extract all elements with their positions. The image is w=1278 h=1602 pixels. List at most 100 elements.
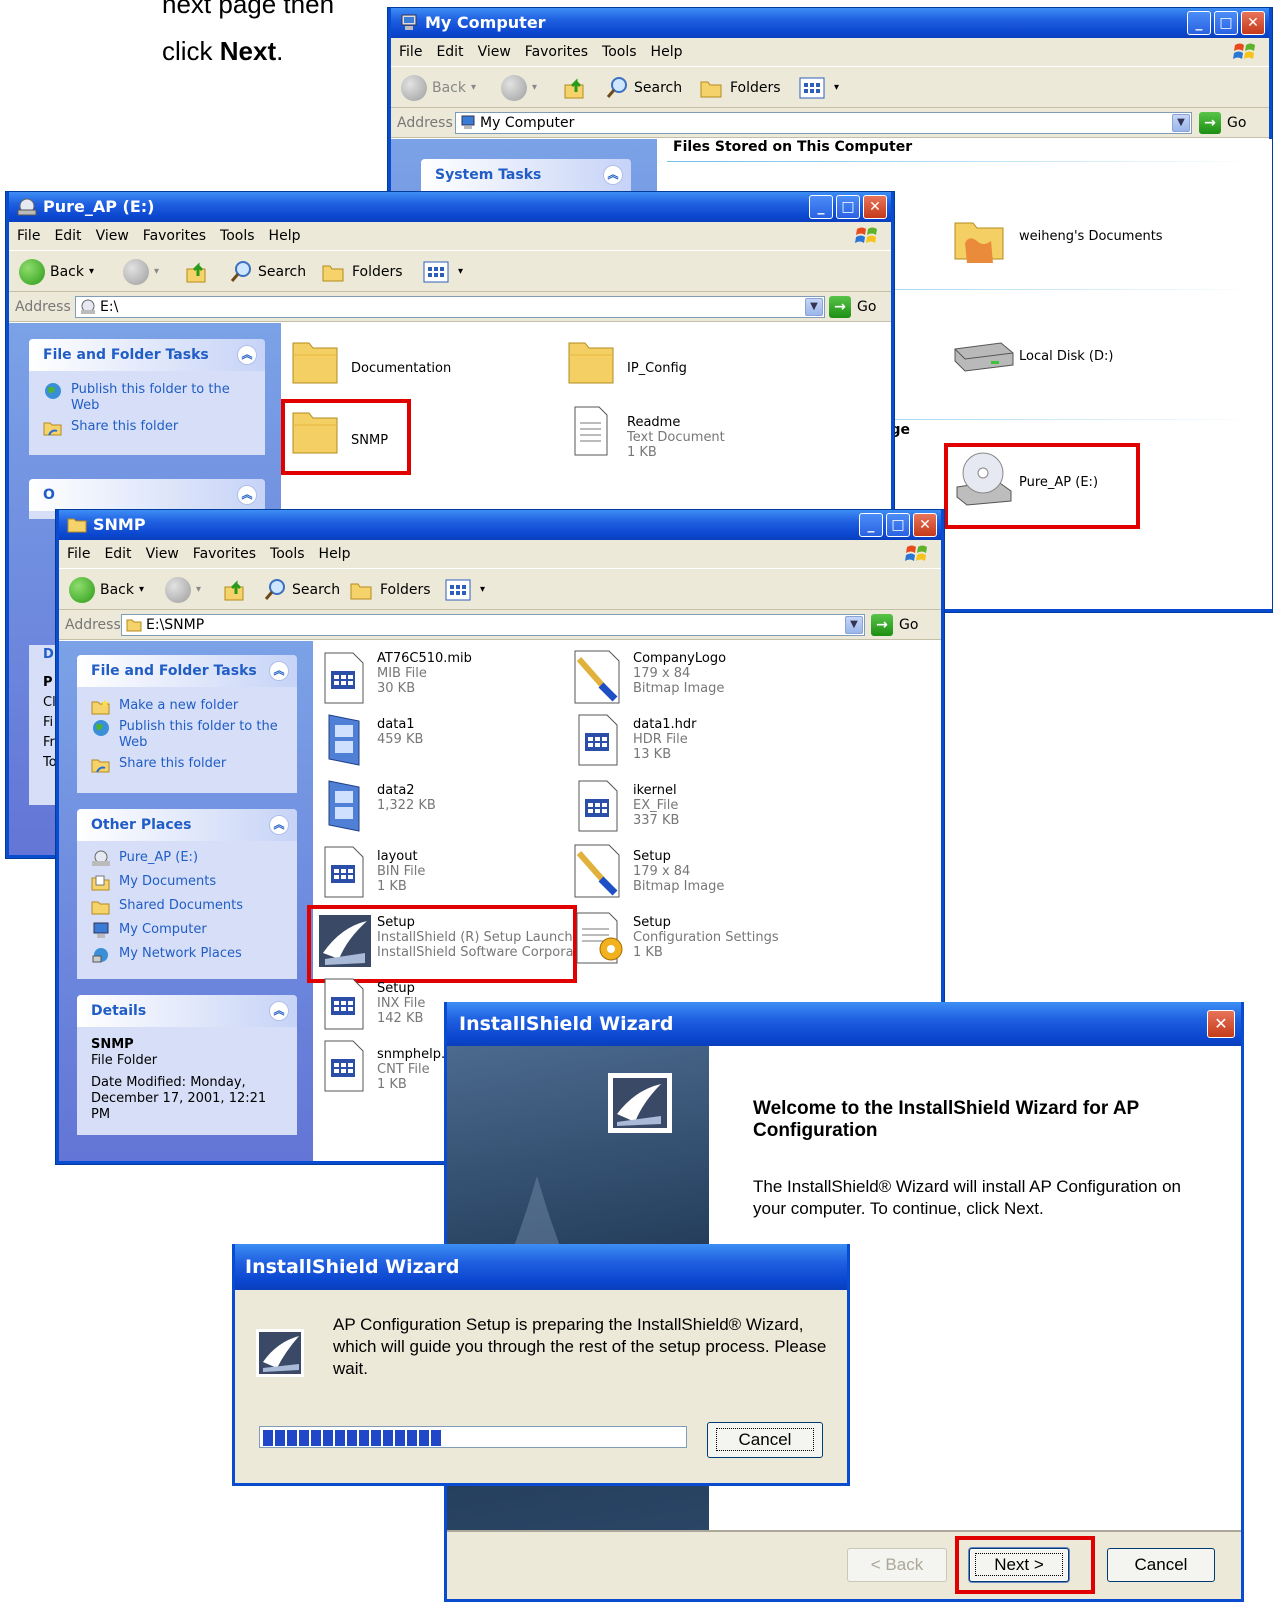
place-my-network[interactable]: My Network Places	[91, 946, 287, 963]
place-my-documents[interactable]: My Documents	[91, 874, 287, 891]
address-field[interactable]: E:\SNMP ▼	[121, 614, 865, 636]
file-item[interactable]: Setup 179 x 84 Bitmap Image	[633, 849, 724, 894]
preparing-titlebar[interactable]: InstallShield Wizard	[235, 1244, 847, 1290]
forward-button[interactable]: ▾	[165, 577, 201, 603]
views-button[interactable]: ▾	[799, 75, 839, 101]
menu-tools[interactable]: Tools	[602, 44, 637, 60]
folders-button[interactable]: Folders	[699, 75, 781, 101]
collapse-icon[interactable]: ︽	[269, 661, 289, 681]
place-pure-ap[interactable]: Pure_AP (E:)	[91, 850, 287, 866]
address-field[interactable]: My Computer ▼	[455, 112, 1192, 134]
go-button[interactable]: → Go	[829, 296, 876, 318]
menu-view[interactable]: View	[478, 44, 511, 60]
maximize-button[interactable]: □	[1214, 11, 1238, 35]
back-button[interactable]: < Back	[847, 1548, 947, 1582]
menu-help[interactable]: Help	[319, 546, 351, 562]
back-button[interactable]: Back ▾	[69, 577, 144, 603]
menu-file[interactable]: File	[67, 546, 90, 562]
cabinet-file-icon[interactable]	[323, 777, 367, 835]
cancel-button[interactable]: Cancel	[707, 1422, 823, 1458]
up-folder-button[interactable]	[185, 259, 209, 285]
place-my-computer[interactable]: My Computer	[91, 922, 287, 938]
folder-icon[interactable]	[291, 337, 339, 387]
address-dropdown-icon[interactable]: ▼	[1172, 114, 1190, 132]
minimize-button[interactable]: _	[1187, 11, 1211, 35]
cancel-button[interactable]: Cancel	[1107, 1548, 1215, 1582]
file-item[interactable]: CompanyLogo 179 x 84 Bitmap Image	[633, 651, 726, 696]
close-button[interactable]: ✕	[1241, 11, 1265, 35]
file-item[interactable]: snmphelp. CNT File 1 KB	[377, 1047, 445, 1092]
mib-file-icon[interactable]	[321, 649, 367, 707]
local-disk-icon[interactable]	[951, 335, 1015, 375]
menu-tools[interactable]: Tools	[270, 546, 305, 562]
menu-tools[interactable]: Tools	[220, 228, 255, 244]
local-disk-label[interactable]: Local Disk (D:)	[1019, 349, 1113, 364]
menu-file[interactable]: File	[399, 44, 422, 60]
bin-file-icon[interactable]	[321, 843, 367, 901]
go-button[interactable]: → Go	[1199, 112, 1246, 134]
close-button[interactable]: ✕	[913, 513, 937, 537]
menu-help[interactable]: Help	[651, 44, 683, 60]
publish-folder-task[interactable]: Publish this folder to the Web	[91, 719, 287, 751]
close-button[interactable]: ✕	[1207, 1010, 1235, 1038]
minimize-button[interactable]: _	[809, 195, 833, 219]
views-button[interactable]: ▾	[445, 577, 485, 603]
file-item[interactable]: data2 1,322 KB	[377, 783, 436, 813]
search-button[interactable]: Search	[605, 75, 682, 101]
file-item[interactable]: Setup Configuration Settings 1 KB	[633, 915, 779, 960]
other-places-header[interactable]: O ︽	[29, 479, 265, 511]
cnt-file-icon[interactable]	[321, 1037, 367, 1095]
maximize-button[interactable]: □	[836, 195, 860, 219]
back-button[interactable]: Back ▾	[19, 259, 94, 285]
maximize-button[interactable]: □	[886, 513, 910, 537]
readme-file[interactable]: Readme Text Document 1 KB	[627, 415, 725, 460]
file-item[interactable]: data1.hdr HDR File 13 KB	[633, 717, 697, 762]
documentation-folder-label[interactable]: Documentation	[351, 361, 451, 376]
go-button[interactable]: → Go	[871, 614, 918, 636]
inx-file-icon[interactable]	[321, 975, 367, 1033]
ex-file-icon[interactable]	[575, 777, 621, 835]
file-item[interactable]: data1 459 KB	[377, 717, 423, 747]
folder-icon[interactable]	[567, 337, 615, 387]
minimize-button[interactable]: _	[859, 513, 883, 537]
make-new-folder-task[interactable]: Make a new folder	[91, 698, 287, 715]
my-documents-folder-icon[interactable]	[953, 213, 1007, 265]
bitmap-image-icon[interactable]	[571, 839, 625, 901]
bitmap-image-icon[interactable]	[571, 645, 625, 707]
folders-button[interactable]: Folders	[321, 259, 403, 285]
menu-favorites[interactable]: Favorites	[143, 228, 206, 244]
publish-folder-task[interactable]: Publish this folder to the Web	[43, 382, 255, 414]
file-item[interactable]: Setup INX File 142 KB	[377, 981, 425, 1026]
file-folder-tasks-header[interactable]: File and Folder Tasks ︽	[29, 339, 265, 371]
share-folder-task[interactable]: Share this folder	[91, 756, 287, 773]
file-item[interactable]: AT76C510.mib MIB File 30 KB	[377, 651, 472, 696]
menu-file[interactable]: File	[17, 228, 40, 244]
welcome-titlebar[interactable]: InstallShield Wizard ✕	[447, 1002, 1241, 1046]
folders-button[interactable]: Folders	[349, 577, 431, 603]
place-shared-documents[interactable]: Shared Documents	[91, 898, 287, 915]
text-document-icon[interactable]	[571, 403, 611, 459]
views-button[interactable]: ▾	[423, 259, 463, 285]
forward-button[interactable]: ▾	[501, 75, 537, 101]
menu-favorites[interactable]: Favorites	[193, 546, 256, 562]
search-button[interactable]: Search	[229, 259, 306, 285]
collapse-icon[interactable]: ︽	[603, 165, 623, 185]
file-item[interactable]: ikernel EX_File 337 KB	[633, 783, 679, 828]
snmp-titlebar[interactable]: SNMP _ □ ✕	[59, 510, 941, 540]
close-button[interactable]: ✕	[863, 195, 887, 219]
search-button[interactable]: Search	[263, 577, 340, 603]
forward-button[interactable]: ▾	[123, 259, 159, 285]
file-item[interactable]: layout BIN File 1 KB	[377, 849, 425, 894]
address-dropdown-icon[interactable]: ▼	[845, 616, 863, 634]
menu-favorites[interactable]: Favorites	[525, 44, 588, 60]
address-field[interactable]: E:\ ▼	[75, 296, 825, 318]
menu-edit[interactable]: Edit	[436, 44, 463, 60]
back-button[interactable]: Back ▾	[401, 75, 476, 101]
collapse-icon[interactable]: ︽	[237, 485, 257, 505]
ip-config-folder-label[interactable]: IP_Config	[627, 361, 687, 376]
collapse-icon[interactable]: ︽	[269, 1001, 289, 1021]
menu-view[interactable]: View	[96, 228, 129, 244]
share-folder-task[interactable]: Share this folder	[43, 419, 255, 436]
weihengs-documents-label[interactable]: weiheng's Documents	[1019, 229, 1163, 244]
system-tasks-header[interactable]: System Tasks ︽	[421, 159, 631, 191]
